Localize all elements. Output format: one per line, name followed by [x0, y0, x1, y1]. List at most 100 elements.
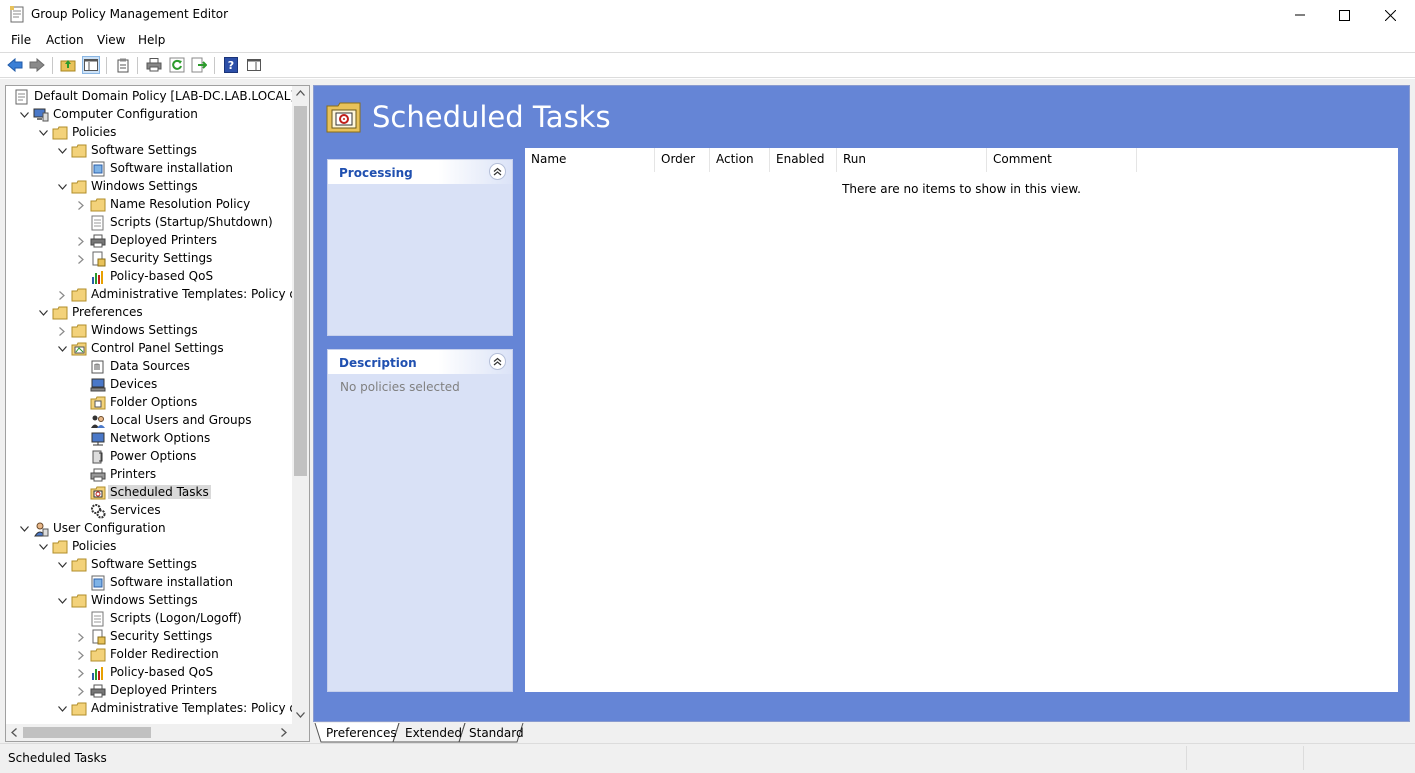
- chevron-down-icon[interactable]: [57, 704, 67, 714]
- tab-preferences[interactable]: Preferences: [326, 723, 397, 743]
- chevron-right-icon[interactable]: [57, 290, 67, 300]
- column-header-enabled[interactable]: Enabled: [770, 148, 837, 172]
- tree-item[interactable]: Printers: [6, 466, 292, 484]
- description-panel-title: Description: [339, 356, 417, 370]
- chevron-down-icon[interactable]: [57, 560, 67, 570]
- chevron-down-icon[interactable]: [19, 110, 29, 120]
- tree-item[interactable]: Folder Redirection: [6, 646, 292, 664]
- show-hide-action-pane-button[interactable]: [245, 56, 263, 74]
- tree-item[interactable]: Software Settings: [6, 556, 292, 574]
- tree-item[interactable]: Deployed Printers: [6, 682, 292, 700]
- svg-text:?: ?: [228, 59, 234, 72]
- description-collapse-button[interactable]: [489, 353, 506, 370]
- tree-item[interactable]: Control Panel Settings: [6, 340, 292, 358]
- tree-item[interactable]: Administrative Templates: Policy defin: [6, 700, 309, 718]
- users-groups-icon: [90, 413, 106, 429]
- tree-horizontal-scroll-thumb[interactable]: [23, 727, 151, 738]
- column-header-comment[interactable]: Comment: [987, 148, 1137, 172]
- tree-vertical-scroll-thumb[interactable]: [294, 106, 307, 476]
- chevron-right-icon[interactable]: [76, 650, 86, 660]
- tree-item[interactable]: Software installation: [6, 574, 292, 592]
- column-header-action[interactable]: Action: [710, 148, 770, 172]
- tab-standard[interactable]: Standard: [469, 723, 524, 743]
- chevron-right-icon[interactable]: [76, 686, 86, 696]
- minimize-icon: [1295, 14, 1305, 16]
- tree-item[interactable]: Scripts (Startup/Shutdown): [6, 214, 292, 232]
- menu-action[interactable]: Action: [46, 33, 84, 47]
- tree-item[interactable]: Software installation: [6, 160, 292, 178]
- refresh-button[interactable]: [168, 56, 186, 74]
- tree-item[interactable]: Devices: [6, 376, 292, 394]
- chevron-right-icon[interactable]: [76, 632, 86, 642]
- scroll-left-icon[interactable]: [11, 728, 17, 737]
- tree-item[interactable]: Default Domain Policy [LAB-DC.LAB.LOCAL]…: [6, 88, 309, 106]
- chevron-right-icon[interactable]: [76, 668, 86, 678]
- tree-item[interactable]: User Configuration: [6, 520, 292, 538]
- processing-collapse-button[interactable]: [489, 163, 506, 180]
- show-hide-console-tree-button[interactable]: [82, 56, 100, 74]
- tree-item[interactable]: Deployed Printers: [6, 232, 292, 250]
- chevron-down-icon[interactable]: [57, 146, 67, 156]
- title-bar: Group Policy Management Editor: [0, 0, 1415, 30]
- tree-item[interactable]: Software Settings: [6, 142, 292, 160]
- back-button[interactable]: [6, 56, 24, 74]
- tree-vertical-scrollbar[interactable]: [292, 86, 309, 724]
- menu-view[interactable]: View: [97, 33, 125, 47]
- chevron-right-icon[interactable]: [76, 200, 86, 210]
- minimize-button[interactable]: [1277, 0, 1323, 30]
- tree-item[interactable]: Data Sources: [6, 358, 292, 376]
- help-button[interactable]: ?: [222, 56, 240, 74]
- tab-extended[interactable]: Extended: [405, 723, 462, 743]
- tree-item[interactable]: Security Settings: [6, 628, 292, 646]
- up-one-level-button[interactable]: [59, 56, 77, 74]
- folder-icon: [71, 557, 87, 573]
- close-button[interactable]: [1367, 0, 1413, 30]
- tree-item[interactable]: Name Resolution Policy: [6, 196, 292, 214]
- print-button[interactable]: [145, 56, 163, 74]
- tree-item[interactable]: Security Settings: [6, 250, 292, 268]
- tree-item[interactable]: Windows Settings: [6, 322, 292, 340]
- chevron-right-icon[interactable]: [76, 236, 86, 246]
- column-header-name[interactable]: Name: [525, 148, 655, 172]
- chevron-right-icon[interactable]: [76, 254, 86, 264]
- tree-item[interactable]: Policy-based QoS: [6, 268, 292, 286]
- properties-button[interactable]: [114, 56, 132, 74]
- devices-icon: [90, 377, 106, 393]
- tree-item[interactable]: Scripts (Logon/Logoff): [6, 610, 292, 628]
- tree-item[interactable]: Policies: [6, 538, 292, 556]
- tree-item[interactable]: Network Options: [6, 430, 292, 448]
- tree-item[interactable]: Windows Settings: [6, 592, 292, 610]
- tree-item[interactable]: Preferences: [6, 304, 292, 322]
- column-header-order[interactable]: Order: [655, 148, 710, 172]
- tree-item[interactable]: Policies: [6, 124, 292, 142]
- scroll-down-icon[interactable]: [296, 712, 305, 718]
- tree-item[interactable]: Local Users and Groups: [6, 412, 292, 430]
- chevron-down-icon[interactable]: [57, 182, 67, 192]
- tree-item[interactable]: Services: [6, 502, 292, 520]
- forward-button[interactable]: [28, 56, 46, 74]
- chevron-right-icon[interactable]: [57, 326, 67, 336]
- menu-help[interactable]: Help: [138, 33, 165, 47]
- chevron-down-icon[interactable]: [19, 524, 29, 534]
- tree-horizontal-scrollbar[interactable]: [6, 724, 292, 741]
- export-list-icon: [191, 57, 207, 73]
- chevron-down-icon[interactable]: [57, 596, 67, 606]
- scroll-up-icon[interactable]: [296, 90, 305, 96]
- chevron-down-icon[interactable]: [38, 128, 48, 138]
- tree-item[interactable]: Scheduled Tasks: [6, 484, 292, 502]
- export-list-button[interactable]: [190, 56, 208, 74]
- tasks-list-view[interactable]: Name Order Action Enabled Run Comment Th…: [525, 148, 1398, 692]
- chevron-down-icon[interactable]: [38, 542, 48, 552]
- scroll-right-icon[interactable]: [281, 728, 287, 737]
- tree-item[interactable]: Windows Settings: [6, 178, 292, 196]
- column-header-run[interactable]: Run: [837, 148, 987, 172]
- menu-file[interactable]: File: [11, 33, 31, 47]
- chevron-down-icon[interactable]: [57, 344, 67, 354]
- tree-item[interactable]: Administrative Templates: Policy defin: [6, 286, 309, 304]
- tree-item[interactable]: Computer Configuration: [6, 106, 292, 124]
- chevron-down-icon[interactable]: [38, 308, 48, 318]
- tree-item[interactable]: Power Options: [6, 448, 292, 466]
- maximize-button[interactable]: [1321, 0, 1367, 30]
- tree-item[interactable]: Policy-based QoS: [6, 664, 292, 682]
- tree-item[interactable]: Folder Options: [6, 394, 292, 412]
